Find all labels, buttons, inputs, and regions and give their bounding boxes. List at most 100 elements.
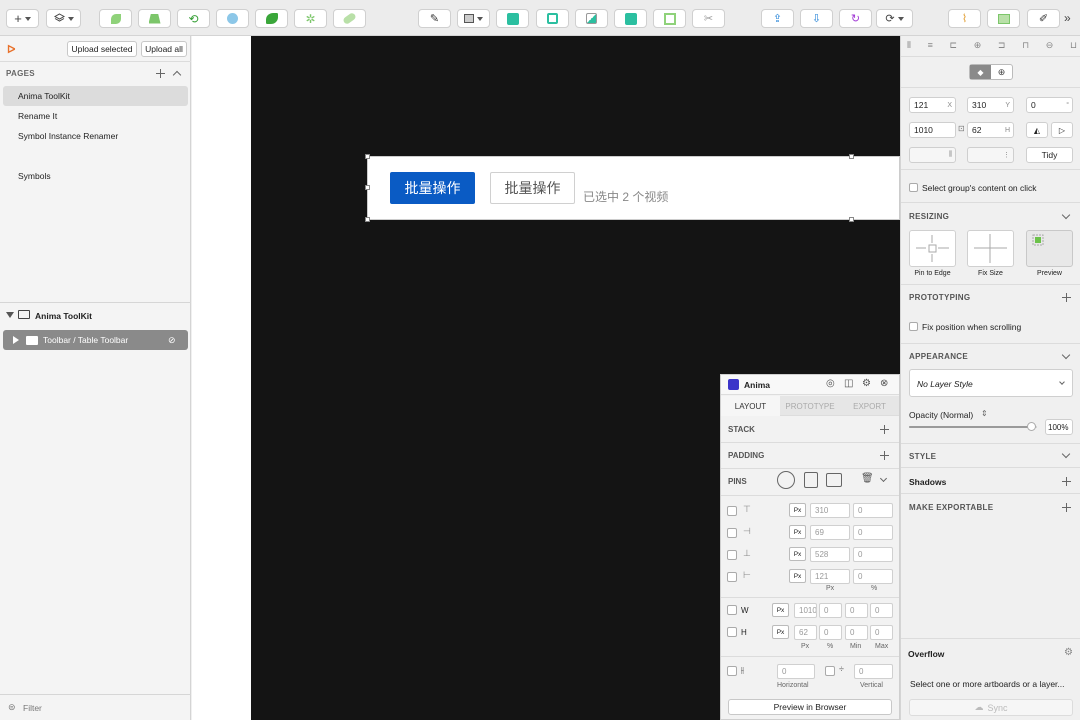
pin-bottom-unit-button[interactable]: Px	[789, 547, 806, 561]
eye-hidden-icon[interactable]: ⊘	[168, 335, 176, 346]
vertical-field[interactable]: 0	[854, 664, 893, 679]
pin-left-checkbox[interactable]	[727, 572, 737, 582]
add-prototyping-icon[interactable]	[1062, 293, 1071, 302]
pin-vertical-icon[interactable]	[804, 472, 818, 488]
rotate-button[interactable]: ↻	[839, 9, 872, 28]
tab-export[interactable]: EXPORT	[840, 396, 899, 416]
subtract-button[interactable]	[536, 9, 569, 28]
width-checkbox[interactable]	[727, 605, 737, 615]
align-right-icon[interactable]: ⊐	[998, 40, 1006, 52]
width-unit-button[interactable]: Px	[772, 603, 789, 617]
close-icon[interactable]: ⊗	[880, 378, 888, 389]
width-field[interactable]: 1010	[909, 122, 956, 138]
sidebar-icon[interactable]: ◫	[844, 378, 853, 389]
intersect-button[interactable]	[575, 9, 608, 28]
overflow-chevron-icon[interactable]: »	[1064, 11, 1071, 25]
height-px-field[interactable]: 62	[794, 625, 817, 640]
disclosure-open-icon[interactable]	[6, 312, 14, 318]
plugin-button-5[interactable]	[255, 9, 288, 28]
pin-all-icon[interactable]	[777, 471, 795, 489]
pin-left-unit-button[interactable]: Px	[789, 569, 806, 583]
appearance-chevron-icon[interactable]	[1061, 350, 1071, 360]
diamond-icon[interactable]: ◆	[970, 65, 991, 79]
pencil-button[interactable]: ✎	[418, 9, 451, 28]
layer-row-toolbar[interactable]: Toolbar / Table Toolbar ⊘	[3, 330, 188, 350]
pin-horizontal-icon[interactable]	[826, 473, 842, 487]
frame-button[interactable]	[653, 9, 686, 28]
add-page-icon[interactable]	[156, 69, 165, 78]
x-field[interactable]: 121 X	[909, 97, 956, 113]
pin-right-percent-field[interactable]: 0	[853, 525, 893, 540]
target-icon[interactable]: ◎	[826, 378, 835, 389]
forward-button[interactable]: ⇪	[761, 9, 794, 28]
height-unit-button[interactable]: Px	[772, 625, 789, 639]
resizing-chevron-icon[interactable]	[1061, 210, 1071, 220]
artboard-table-toolbar[interactable]: 批量操作 批量操作 已选中 2 个视频	[365, 154, 900, 222]
filter-input[interactable]: Filter	[23, 703, 42, 713]
height-max-field[interactable]: 0	[870, 625, 893, 640]
spacing-horizontal-field[interactable]: ⫼	[909, 147, 956, 163]
union-button[interactable]	[496, 9, 529, 28]
lock-icon[interactable]: ⊡	[958, 124, 965, 133]
sync-button[interactable]: ☁ Sync	[909, 699, 1073, 716]
height-min-field[interactable]: 0	[845, 625, 868, 640]
add-export-icon[interactable]	[1062, 503, 1071, 512]
collapse-pages-icon[interactable]	[172, 70, 182, 80]
flip-vertical-button[interactable]: ▷	[1051, 122, 1073, 138]
opacity-slider-knob[interactable]	[1026, 422, 1036, 431]
flip-horizontal-button[interactable]: ◭	[1026, 122, 1048, 138]
tab-prototype[interactable]: PROTOTYPE	[780, 396, 840, 416]
width-min-field[interactable]: 0	[845, 603, 868, 618]
opacity-input[interactable]: 100%	[1045, 419, 1073, 435]
preview-in-browser-button[interactable]: Preview in Browser	[728, 699, 892, 715]
globe-icon[interactable]: ⊕	[991, 65, 1012, 79]
plugin-button-2[interactable]	[138, 9, 171, 28]
page-item-symbols[interactable]: Symbols	[3, 166, 188, 186]
align-top-icon[interactable]: ⊓	[1022, 40, 1029, 52]
resize-handle[interactable]	[365, 185, 370, 190]
eyedropper-button[interactable]: ✐	[1027, 9, 1060, 28]
resize-handle[interactable]	[365, 217, 370, 222]
upload-all-button[interactable]: Upload all	[141, 41, 187, 57]
plugin-button-4[interactable]	[216, 9, 249, 28]
fix-position-checkbox[interactable]	[909, 322, 918, 331]
page-item-symbol-instance-renamer[interactable]: Symbol Instance Renamer	[3, 126, 188, 146]
select-group-checkbox[interactable]	[909, 183, 918, 192]
secondary-batch-button[interactable]: 批量操作	[490, 172, 575, 204]
pin-top-percent-field[interactable]: 0	[853, 503, 893, 518]
scissors-button[interactable]: ✂	[692, 9, 725, 28]
plugin-button-1[interactable]	[99, 9, 132, 28]
path-button[interactable]: ⌇	[948, 9, 981, 28]
insert-button[interactable]: +	[6, 9, 39, 28]
width-max-field[interactable]: 0	[870, 603, 893, 618]
pin-left-px-field[interactable]: 121	[810, 569, 850, 584]
align-middle-icon[interactable]: ⊖	[1046, 40, 1054, 52]
distribute-vertical-icon[interactable]: ≡	[928, 40, 933, 52]
pin-to-edge-option[interactable]	[909, 230, 956, 267]
plugin-button-3[interactable]: ⟲	[177, 9, 210, 28]
upload-selected-button[interactable]: Upload selected	[67, 41, 137, 57]
width-px-field[interactable]: 1010	[794, 603, 817, 618]
resize-handle[interactable]	[849, 154, 854, 159]
align-center-icon[interactable]: ⊕	[974, 40, 982, 52]
pin-top-px-field[interactable]: 310	[810, 503, 850, 518]
page-item-rename-it[interactable]: Rename It	[3, 106, 188, 126]
align-bottom-icon[interactable]: ⊔	[1070, 40, 1077, 52]
pin-top-checkbox[interactable]	[727, 506, 737, 516]
add-shadow-icon[interactable]	[1062, 477, 1071, 486]
height-checkbox[interactable]	[727, 627, 737, 637]
add-stack-icon[interactable]	[880, 425, 889, 434]
pin-bottom-px-field[interactable]: 528	[810, 547, 850, 562]
resize-handle[interactable]	[849, 217, 854, 222]
plugin-button-6[interactable]: ✲	[294, 9, 327, 28]
pin-bottom-percent-field[interactable]: 0	[853, 547, 893, 562]
difference-button[interactable]	[614, 9, 647, 28]
style-chevron-icon[interactable]	[1061, 449, 1071, 459]
width-pct-field[interactable]: 0	[819, 603, 842, 618]
flip-menu-button[interactable]: ⟳	[876, 9, 913, 28]
mask-button[interactable]	[987, 9, 1020, 28]
symbol-toggle[interactable]: ◆ ⊕	[969, 64, 1013, 80]
resize-handle[interactable]	[365, 154, 370, 159]
pins-chevron-icon[interactable]	[879, 474, 888, 483]
overflow-settings-icon[interactable]: ⚙	[1064, 647, 1073, 658]
